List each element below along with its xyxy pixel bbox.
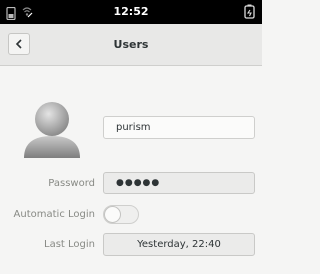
- automatic-login-switch[interactable]: [103, 205, 139, 224]
- password-button[interactable]: ●●●●●: [103, 172, 255, 194]
- switch-knob: [104, 206, 121, 223]
- automatic-login-label: Automatic Login: [13, 209, 95, 220]
- battery-icon: [244, 4, 256, 23]
- header-bar: Users: [0, 24, 262, 66]
- status-bar: 12:52: [0, 0, 262, 24]
- clock: 12:52: [113, 5, 149, 18]
- username-value: purism: [116, 122, 151, 133]
- username-field[interactable]: purism: [103, 116, 255, 139]
- user-avatar-icon[interactable]: [20, 100, 84, 164]
- last-login-value: Yesterday, 22:40: [137, 239, 221, 250]
- password-label: Password: [48, 178, 95, 189]
- page-title: Users: [113, 38, 149, 51]
- last-login-button[interactable]: Yesterday, 22:40: [103, 233, 255, 256]
- last-login-label: Last Login: [44, 239, 95, 250]
- password-value: ●●●●●: [116, 178, 161, 188]
